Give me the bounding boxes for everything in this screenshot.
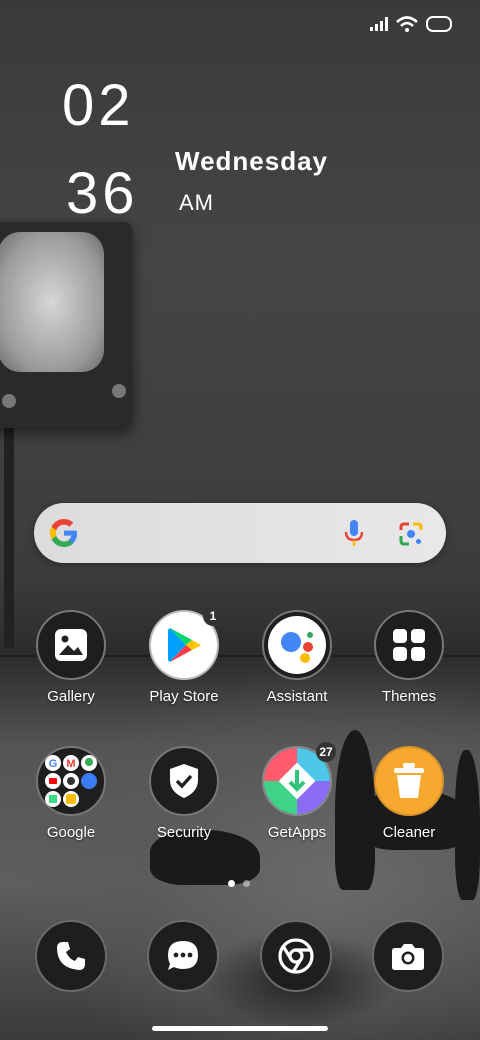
page-dot-active [228,880,235,887]
status-bar [370,16,452,32]
lens-icon[interactable] [397,520,425,548]
phone-icon [57,942,85,970]
dock-camera-button[interactable] [372,920,444,992]
app-label: Google [46,824,96,841]
chrome-icon [278,938,314,974]
clock-hour: 02 [62,73,135,138]
app-label: Play Store [149,688,219,705]
notification-badge: 1 [203,606,223,626]
wallpaper-tv-knob [2,394,16,408]
dock-messages-button[interactable] [147,920,219,992]
dock-chrome-button[interactable] [260,920,332,992]
google-folder-icon: G M [36,746,106,816]
app-label: Themes [381,688,437,705]
app-label: Gallery [47,688,95,705]
app-label: Security [156,824,212,841]
clock-day: Wednesday [175,146,329,176]
gallery-icon [36,610,106,680]
cleaner-icon [374,746,444,816]
google-logo-icon [48,517,80,549]
gesture-home-bar[interactable] [152,1026,328,1031]
page-dot [243,880,250,887]
battery-icon [426,16,452,32]
camera-icon [392,944,424,970]
themes-icon [374,610,444,680]
app-google-folder[interactable]: G M Google [15,746,127,841]
app-gallery[interactable]: Gallery [15,610,127,705]
messages-icon [168,941,198,970]
google-search-bar[interactable] [34,503,446,563]
app-label: GetApps [267,824,327,841]
app-security[interactable]: Security [128,746,240,841]
wallpaper-tv-knob [112,384,126,398]
wifi-icon [396,16,418,32]
app-assistant[interactable]: Assistant [241,610,353,705]
svg-text:M: M [66,758,75,770]
mic-icon[interactable] [340,518,368,548]
assistant-icon [262,610,332,680]
wallpaper-tv [0,222,132,428]
clock-minute: 36 [66,161,139,226]
svg-text:G: G [49,758,58,770]
dock-phone-button[interactable] [35,920,107,992]
clock-ampm: AM [179,190,214,215]
app-label: Cleaner [382,824,436,841]
wallpaper-tv-screen [0,232,104,372]
app-cleaner[interactable]: Cleaner [353,746,465,841]
notification-badge: 27 [316,742,336,762]
signal-icon [370,17,388,31]
play-store-icon: 1 [149,606,223,680]
app-play-store[interactable]: 1 Play Store [128,606,240,705]
app-label: Assistant [266,688,328,705]
page-indicator[interactable] [228,880,250,887]
getapps-icon: 27 [262,742,336,816]
app-getapps[interactable]: 27 GetApps [241,742,353,841]
app-themes[interactable]: Themes [353,610,465,705]
security-icon [149,746,219,816]
wallpaper-tv-stand [4,428,14,648]
